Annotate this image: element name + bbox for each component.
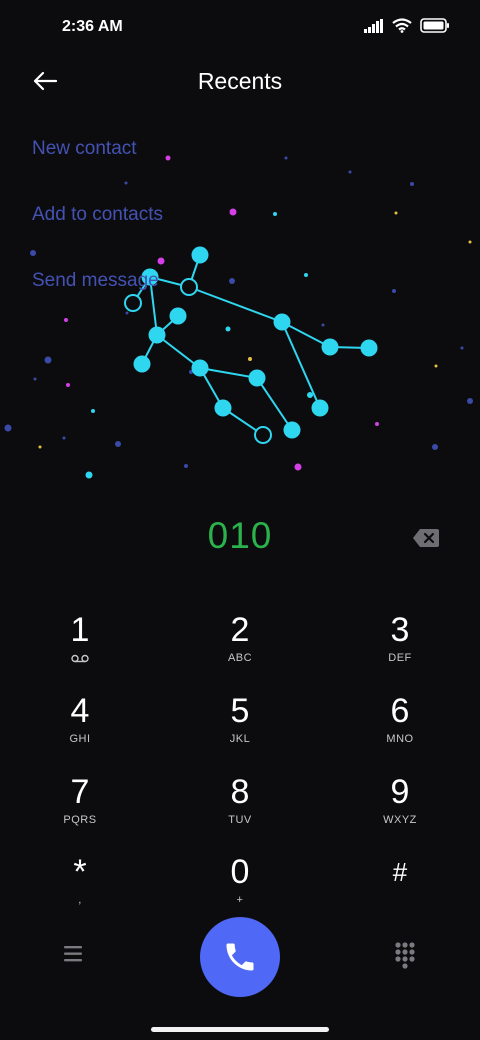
key-letters: + — [236, 894, 244, 906]
call-button[interactable] — [200, 917, 280, 997]
header: Recents — [0, 56, 480, 106]
status-icons — [364, 18, 450, 33]
key-digit: 1 — [70, 611, 90, 649]
menu-icon — [64, 946, 82, 962]
key-digit: 5 — [230, 692, 250, 730]
key-9[interactable]: 9 WXYZ — [340, 772, 460, 844]
dial-display: 010 — [0, 515, 480, 565]
phone-icon — [226, 943, 254, 971]
key-digit: 6 — [390, 692, 410, 730]
key-0[interactable]: 0 + — [180, 852, 300, 924]
key-letters: MNO — [386, 733, 414, 745]
signal-icon — [364, 18, 383, 33]
key-digit: 9 — [390, 773, 410, 811]
key-letters: PQRS — [63, 814, 97, 826]
new-contact-link[interactable]: New contact — [32, 138, 137, 160]
key-1[interactable]: 1 — [20, 610, 140, 682]
send-message-link[interactable]: Send message — [32, 270, 159, 292]
key-6[interactable]: 6 MNO — [340, 691, 460, 763]
backspace-button[interactable] — [412, 527, 440, 549]
key-8[interactable]: 8 TUV — [180, 772, 300, 844]
key-hash[interactable]: # — [340, 852, 460, 924]
key-2[interactable]: 2 ABC — [180, 610, 300, 682]
key-star[interactable]: * , — [20, 852, 140, 924]
wifi-icon — [392, 18, 412, 33]
key-letters: GHI — [69, 733, 91, 745]
key-letters: , — [78, 894, 82, 906]
key-7[interactable]: 7 PQRS — [20, 772, 140, 844]
constellation-stars — [124, 246, 378, 444]
voicemail-icon — [71, 654, 89, 663]
bottom-bar — [0, 915, 480, 997]
key-letters: WXYZ — [383, 814, 417, 826]
add-to-contacts-link[interactable]: Add to contacts — [32, 204, 163, 226]
key-digit: 7 — [70, 773, 90, 811]
menu-button[interactable] — [60, 943, 86, 967]
status-time: 2:36 AM — [62, 18, 123, 35]
home-indicator[interactable] — [151, 1027, 329, 1032]
status-bar: 2:36 AM — [0, 0, 480, 56]
key-3[interactable]: 3 DEF — [340, 610, 460, 682]
key-digit: 0 — [230, 853, 250, 891]
key-letters: TUV — [228, 814, 252, 826]
key-4[interactable]: 4 GHI — [20, 691, 140, 763]
key-digit: * — [73, 853, 87, 891]
key-letters: JKL — [229, 733, 251, 745]
key-digit: # — [392, 857, 408, 887]
key-digit: 3 — [390, 611, 410, 649]
backspace-icon — [413, 529, 439, 547]
key-letters: ABC — [227, 652, 253, 664]
dialpad-icon — [395, 942, 415, 969]
battery-icon — [420, 18, 449, 33]
key-digit: 8 — [230, 773, 250, 811]
page-title: Recents — [197, 68, 283, 94]
key-letters: DEF — [388, 652, 412, 664]
key-5[interactable]: 5 JKL — [180, 691, 300, 763]
dialed-number[interactable]: 010 — [0, 515, 480, 557]
constellation-illustration — [4, 155, 473, 479]
key-digit: 4 — [70, 692, 90, 730]
key-digit: 2 — [230, 611, 250, 649]
dialpad-toggle-button[interactable] — [394, 941, 420, 971]
